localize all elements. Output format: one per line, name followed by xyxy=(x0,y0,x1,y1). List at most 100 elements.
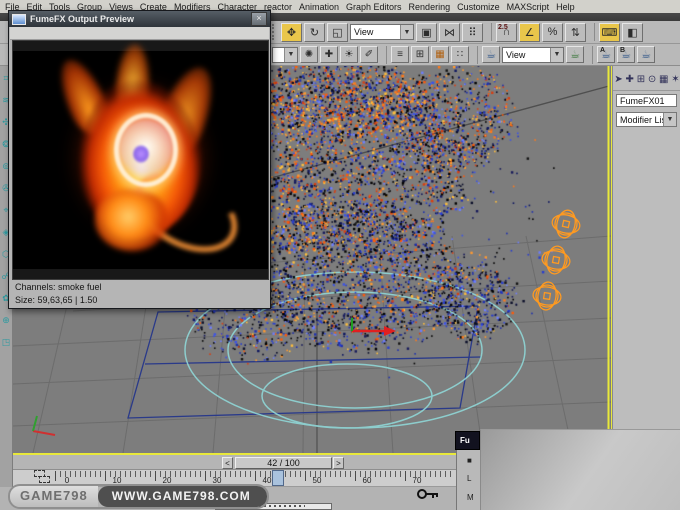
flame-core-ring xyxy=(114,113,178,187)
quick-render-icon[interactable]: ☕ xyxy=(566,46,584,63)
reference-coordinate-dropdown[interactable]: View ▼ xyxy=(350,24,414,40)
percent-snap-icon[interactable]: % xyxy=(542,22,563,42)
tick-label: 70 xyxy=(412,476,422,485)
tab-utilities-icon[interactable]: ✶ xyxy=(671,74,679,85)
left-toolbar-icon[interactable]: ◳ xyxy=(2,338,11,347)
select-scale-icon[interactable]: ◱ xyxy=(327,22,348,42)
tab-display-icon[interactable]: ▦ xyxy=(659,74,668,85)
fumefx-output-preview-window[interactable]: FumeFX Output Preview × Channels: smoke … xyxy=(8,10,271,309)
flame-body xyxy=(71,73,209,243)
render-type-value: View xyxy=(506,49,526,60)
fumefx-dialog-body xyxy=(480,429,680,510)
array-icon[interactable]: ⠿ xyxy=(462,22,483,42)
render-preset-c-icon[interactable]: ☕ xyxy=(637,46,655,63)
current-frame-marker[interactable] xyxy=(272,470,284,486)
menu-maxscript[interactable]: MAXScript xyxy=(507,2,550,12)
flame-tongue xyxy=(50,52,118,142)
tab-create-icon[interactable]: ➤ xyxy=(614,74,622,85)
menu-rendering[interactable]: Rendering xyxy=(409,2,451,12)
preview-window-menu-strip[interactable] xyxy=(10,27,269,40)
schematic-view-icon[interactable]: ▦ xyxy=(431,46,449,63)
material-editor-icon[interactable]: ∷ xyxy=(451,46,469,63)
named-selection-icon[interactable]: ◧ xyxy=(622,22,643,42)
preview-window-title: FumeFX Output Preview xyxy=(30,14,135,24)
render-scene-icon[interactable]: ☕ xyxy=(482,46,500,63)
dropdown-caret-icon[interactable]: ▼ xyxy=(400,25,413,39)
menu-animation[interactable]: Animation xyxy=(299,2,339,12)
sunlight-icon[interactable]: ☀ xyxy=(340,46,358,63)
letterbox-band xyxy=(13,41,268,51)
flame-lower-blob xyxy=(95,189,169,251)
tab-hierarchy-icon[interactable]: ⊞ xyxy=(637,74,645,85)
tab-motion-icon[interactable]: ⊙ xyxy=(648,74,656,85)
object-name-field[interactable]: FumeFX01 xyxy=(616,94,677,107)
next-frame-button[interactable]: > xyxy=(333,457,344,469)
dropdown-caret-icon[interactable]: ▼ xyxy=(663,113,676,126)
edge-char: M xyxy=(467,493,474,502)
command-panel-tabs: ➤ ✚ ⊞ ⊙ ▦ ✶ xyxy=(613,68,680,91)
flame-purple-core xyxy=(133,145,149,163)
angle-snap-icon[interactable]: ∠ xyxy=(519,22,540,42)
flame-hook-tail xyxy=(121,155,251,269)
fire-preview-image xyxy=(12,40,269,280)
render-preset-b-icon[interactable]: B ☕ xyxy=(617,46,635,63)
menu-help[interactable]: Help xyxy=(556,2,575,12)
menu-customize[interactable]: Customize xyxy=(457,2,500,12)
render-preset-a-icon[interactable]: A ☕ xyxy=(597,46,615,63)
tick-label: 60 xyxy=(362,476,372,485)
transform-gizmo xyxy=(351,318,396,336)
preview-window-titlebar[interactable]: FumeFX Output Preview × xyxy=(9,11,270,27)
time-slider-button[interactable]: 42 / 100 xyxy=(235,457,332,469)
select-move-icon[interactable]: ✥ xyxy=(281,22,302,42)
spinner-snap-icon[interactable]: ⇅ xyxy=(565,22,586,42)
flame-tongue xyxy=(148,59,224,163)
watermark: GAME798 WWW.GAME798.COM xyxy=(8,484,269,509)
snaps-toggle-icon[interactable]: ∩ 2.5 xyxy=(496,22,517,42)
previous-frame-button[interactable]: < xyxy=(222,457,233,469)
select-rotate-icon[interactable]: ↻ xyxy=(304,22,325,42)
toolbar-separator xyxy=(382,45,387,64)
toolbar-separator xyxy=(590,23,595,41)
open-mini-curve-editor-icon[interactable] xyxy=(34,470,50,484)
selection-filter-dropdown[interactable]: ▼ xyxy=(272,46,298,63)
snap-mode-label: 2.5 xyxy=(498,23,508,31)
tick-label: 50 xyxy=(312,476,322,485)
preset-a-label: A xyxy=(600,47,606,54)
reference-coordinate-value: View xyxy=(354,27,374,37)
add-cross-icon[interactable]: ✚ xyxy=(320,46,338,63)
select-brush-icon[interactable]: ✐ xyxy=(360,46,378,63)
fumefx-dialog-tab[interactable]: Fu xyxy=(455,431,480,450)
world-axis-tripod xyxy=(32,415,56,436)
modifier-list-dropdown[interactable]: Modifier List ▼ xyxy=(616,112,677,127)
mirror-icon[interactable]: ⋈ xyxy=(439,22,460,42)
left-toolbar-icon[interactable]: ⊕ xyxy=(2,316,10,325)
set-key-icon[interactable] xyxy=(416,486,440,503)
tab-modify-icon[interactable]: ✚ xyxy=(626,74,634,85)
keyboard-shortcut-override-icon[interactable]: ⌨ xyxy=(599,22,620,42)
tick-label: 40 xyxy=(262,476,272,485)
flame-tongue xyxy=(113,42,153,114)
light-icon[interactable]: ✺ xyxy=(300,46,318,63)
use-pivot-center-icon[interactable]: ▣ xyxy=(416,22,437,42)
menu-graph-editors[interactable]: Graph Editors xyxy=(346,2,402,12)
toolbar-separator xyxy=(588,45,593,64)
fumefx-dialog-edge-strip: ■ L M xyxy=(456,450,480,510)
percent-snap-label: % xyxy=(547,26,558,38)
modifier-list-value: Modifier List xyxy=(620,115,669,125)
preset-b-label: B xyxy=(620,47,626,54)
toolbar-drag-handle[interactable] xyxy=(272,24,277,40)
watermark-name: GAME798 xyxy=(10,486,98,507)
dropdown-caret-icon[interactable]: ▼ xyxy=(284,47,297,62)
channels-label: Channels: smoke fuel xyxy=(15,282,102,292)
dropdown-caret-icon[interactable]: ▼ xyxy=(550,47,563,62)
edge-char: L xyxy=(467,474,472,483)
watermark-url: WWW.GAME798.COM xyxy=(97,486,267,507)
toolbar-separator xyxy=(473,45,478,64)
toolbar-separator xyxy=(487,23,492,41)
size-label: Size: 59,63,65 | 1.50 xyxy=(15,295,98,305)
curve-editor-icon[interactable]: ⊞ xyxy=(411,46,429,63)
render-type-dropdown[interactable]: View ▼ xyxy=(502,46,564,63)
close-icon[interactable]: × xyxy=(251,12,267,26)
layers-icon[interactable]: ≡ xyxy=(391,46,409,63)
window-app-icon xyxy=(12,13,26,25)
